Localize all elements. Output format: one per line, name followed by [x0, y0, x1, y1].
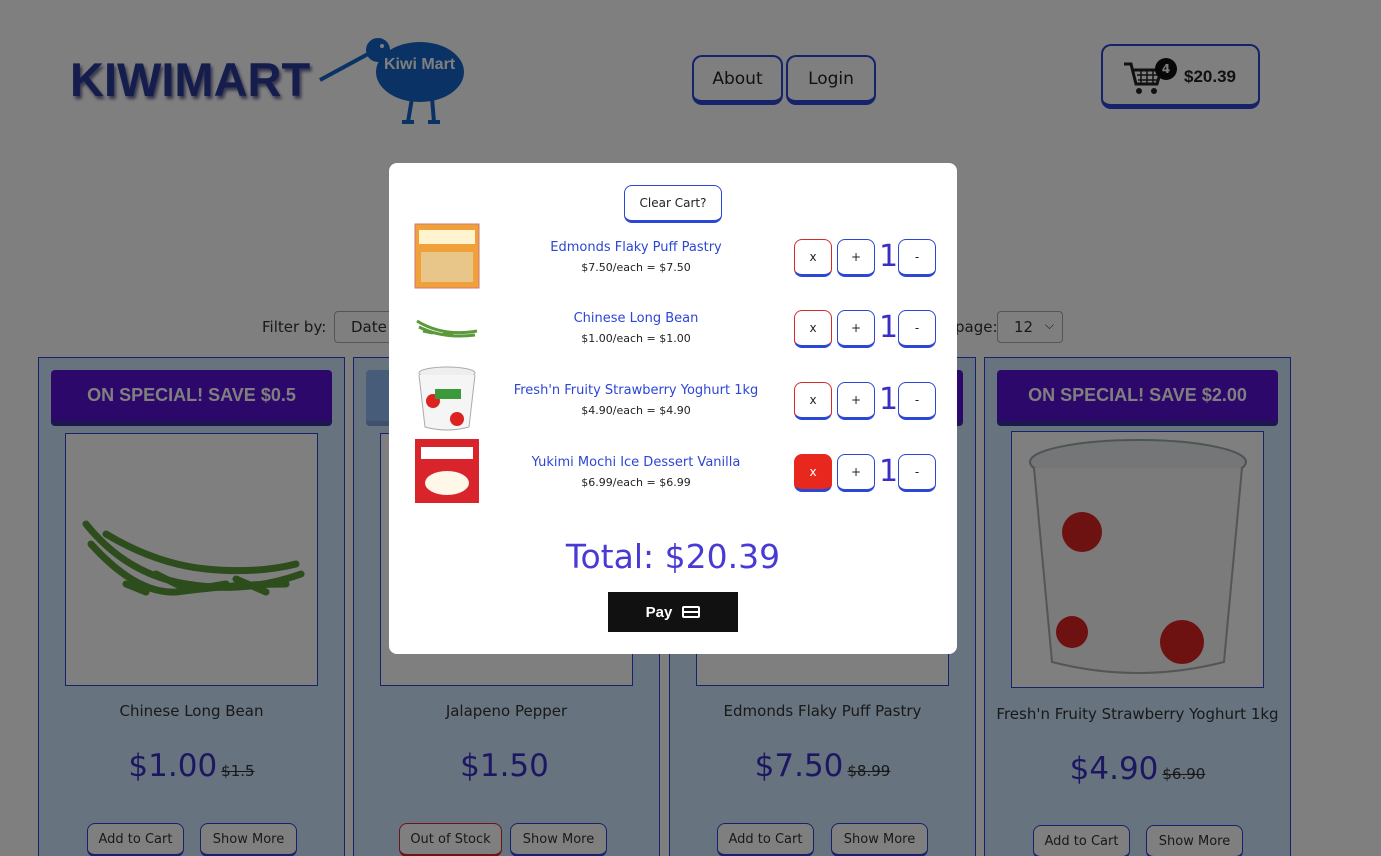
cart-line-item: Fresh'n Fruity Strawberry Yoghurt 1kg $4…	[389, 365, 957, 435]
decrease-quantity-button[interactable]: -	[898, 239, 936, 277]
cart-item-price: $6.99/each = $6.99	[581, 476, 691, 489]
cart-item-price: $7.50/each = $7.50	[581, 261, 691, 274]
cart-line-info: Fresh'n Fruity Strawberry Yoghurt 1kg $4…	[501, 383, 771, 417]
increase-quantity-button[interactable]: +	[837, 239, 875, 277]
remove-item-button[interactable]: x	[794, 239, 832, 277]
decrease-quantity-button[interactable]: -	[898, 382, 936, 420]
credit-card-icon	[682, 606, 701, 618]
puff-pastry-thumbnail-icon	[414, 223, 480, 289]
quantity-value: 1	[879, 454, 899, 489]
mochi-thumbnail-icon	[415, 439, 479, 503]
increase-quantity-button[interactable]: +	[837, 382, 875, 420]
remove-item-button[interactable]: x	[794, 310, 832, 348]
quantity-value: 1	[879, 239, 899, 274]
cart-modal: Clear Cart? Edmonds Flaky Puff Pastry $7…	[389, 163, 957, 654]
decrease-quantity-button[interactable]: -	[898, 310, 936, 348]
cart-item-name[interactable]: Yukimi Mochi Ice Dessert Vanilla	[501, 455, 771, 470]
yoghurt-thumbnail-icon	[418, 366, 476, 431]
cart-line-item: Yukimi Mochi Ice Dessert Vanilla $6.99/e…	[389, 437, 957, 507]
cart-line-info: Chinese Long Bean $1.00/each = $1.00	[501, 311, 771, 345]
clear-cart-button[interactable]: Clear Cart?	[624, 185, 722, 223]
cart-item-name[interactable]: Edmonds Flaky Puff Pastry	[501, 240, 771, 255]
pay-button[interactable]: Pay	[608, 592, 738, 632]
increase-quantity-button[interactable]: +	[837, 310, 875, 348]
cart-item-price: $1.00/each = $1.00	[581, 332, 691, 345]
cart-item-name[interactable]: Fresh'n Fruity Strawberry Yoghurt 1kg	[501, 383, 771, 398]
quantity-value: 1	[879, 310, 899, 345]
cart-line-item: Chinese Long Bean $1.00/each = $1.00 x +…	[389, 293, 957, 363]
cart-total-label: Total: $20.39	[565, 537, 781, 576]
long-bean-thumbnail-icon	[416, 319, 478, 338]
cart-item-name[interactable]: Chinese Long Bean	[501, 311, 771, 326]
quantity-value: 1	[879, 382, 899, 417]
remove-item-button[interactable]: x	[794, 454, 832, 492]
pay-button-label: Pay	[645, 603, 673, 621]
cart-line-info: Yukimi Mochi Ice Dessert Vanilla $6.99/e…	[501, 455, 771, 489]
cart-item-price: $4.90/each = $4.90	[581, 404, 691, 417]
cart-line-item: Edmonds Flaky Puff Pastry $7.50/each = $…	[389, 222, 957, 292]
increase-quantity-button[interactable]: +	[837, 454, 875, 492]
decrease-quantity-button[interactable]: -	[898, 454, 936, 492]
cart-line-info: Edmonds Flaky Puff Pastry $7.50/each = $…	[501, 240, 771, 274]
remove-item-button[interactable]: x	[794, 382, 832, 420]
